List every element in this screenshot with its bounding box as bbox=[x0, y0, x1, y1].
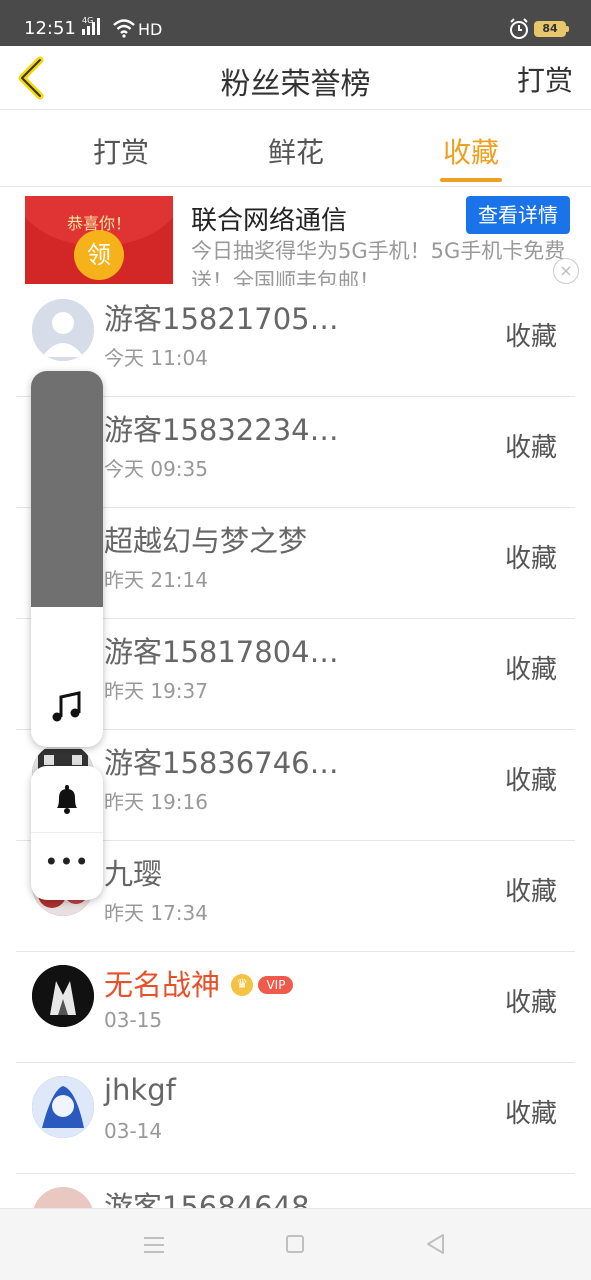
floating-action-panel: ••• bbox=[31, 766, 103, 900]
timestamp: 03-15 bbox=[104, 1008, 163, 1032]
user-name: 超越幻与梦之梦 bbox=[104, 524, 308, 558]
timestamp: 03-14 bbox=[104, 1119, 163, 1143]
music-note-icon[interactable] bbox=[49, 689, 85, 725]
tab-favorites[interactable]: 收藏 bbox=[416, 131, 526, 171]
action-label: 收藏 bbox=[504, 877, 557, 907]
user-name: 游客15836746… bbox=[104, 746, 339, 780]
ad-title: 联合网络通信 bbox=[191, 206, 348, 236]
page-title: 粉丝荣誉榜 bbox=[220, 67, 371, 102]
action-label: 收藏 bbox=[504, 1099, 557, 1129]
more-icon[interactable]: ••• bbox=[31, 848, 103, 876]
signal-icon: 4G bbox=[82, 15, 108, 41]
divider bbox=[31, 832, 103, 833]
ad-banner[interactable]: 恭喜你！ 领 联合网络通信 今日抽奖得华为5G手机！5G手机卡免费送！全国顺丰包… bbox=[0, 188, 591, 286]
crown-icon: ♛ bbox=[231, 974, 254, 996]
tab-bar: 打赏 鲜花 收藏 bbox=[0, 111, 591, 187]
vip-badge: ♛ VIP bbox=[231, 966, 294, 1000]
back-triangle-icon[interactable] bbox=[425, 1233, 447, 1255]
view-details-button[interactable]: 查看详情 bbox=[466, 196, 570, 234]
timestamp: 今天 11:04 bbox=[104, 346, 208, 370]
action-label: 收藏 bbox=[504, 544, 557, 574]
timestamp: 昨天 19:16 bbox=[104, 790, 208, 814]
tab-reward[interactable]: 打赏 bbox=[66, 131, 176, 171]
home-icon[interactable] bbox=[286, 1235, 304, 1253]
action-label: 收藏 bbox=[504, 655, 557, 685]
alarm-icon bbox=[508, 18, 530, 44]
avatar-image bbox=[32, 965, 94, 1027]
action-label: 收藏 bbox=[504, 766, 557, 796]
album-overlay bbox=[31, 371, 103, 607]
header: 粉丝荣誉榜 打赏 bbox=[0, 46, 591, 110]
system-nav-bar bbox=[0, 1208, 591, 1280]
action-label: 收藏 bbox=[504, 433, 557, 463]
red-envelope-image: 恭喜你！ 领 bbox=[25, 196, 173, 284]
bell-icon[interactable] bbox=[53, 784, 81, 816]
user-name-vip: 无名战神 ♛ VIP bbox=[104, 962, 294, 1004]
user-name: 九璎 bbox=[104, 857, 163, 891]
status-bar: 12:51 4G HD 84 bbox=[0, 0, 591, 46]
ad-close-icon[interactable]: × bbox=[553, 258, 579, 284]
user-name: 游客15821705… bbox=[104, 302, 339, 336]
tab-flowers[interactable]: 鲜花 bbox=[241, 131, 351, 171]
svg-text:4G: 4G bbox=[82, 16, 93, 25]
ad-description: 今日抽奖得华为5G手机！5G手机卡免费送！全国顺丰包邮！ bbox=[191, 239, 566, 286]
user-name: 游客15832234… bbox=[104, 413, 339, 447]
action-label: 收藏 bbox=[504, 322, 557, 352]
list-item[interactable]: 无名战神 ♛ VIP 03-15 收藏 bbox=[16, 952, 575, 1063]
user-name: 游客15817804… bbox=[104, 635, 339, 669]
tab-active-indicator bbox=[440, 178, 502, 182]
default-avatar-icon bbox=[32, 299, 94, 361]
menu-icon[interactable] bbox=[143, 1235, 165, 1255]
timestamp: 今天 09:35 bbox=[104, 457, 208, 481]
avatar[interactable] bbox=[32, 1076, 94, 1138]
timestamp: 昨天 17:34 bbox=[104, 901, 208, 925]
status-time: 12:51 bbox=[24, 18, 76, 39]
list-item[interactable]: jhkgf 03-14 收藏 bbox=[16, 1063, 575, 1174]
avatar[interactable] bbox=[32, 299, 94, 361]
envelope-coin: 领 bbox=[74, 230, 124, 280]
battery-icon: 84 bbox=[534, 21, 566, 37]
user-name: jhkgf bbox=[104, 1073, 176, 1107]
user-name: 无名战神 bbox=[104, 968, 221, 1002]
avatar[interactable] bbox=[32, 965, 94, 1027]
avatar-image bbox=[32, 1076, 94, 1138]
floating-music-panel[interactable] bbox=[31, 371, 103, 747]
battery-tip bbox=[566, 26, 569, 32]
vip-tag: VIP bbox=[258, 976, 294, 994]
reward-button[interactable]: 打赏 bbox=[517, 59, 573, 99]
action-label: 收藏 bbox=[504, 988, 557, 1018]
wifi-icon bbox=[112, 18, 136, 42]
timestamp: 昨天 19:37 bbox=[104, 679, 208, 703]
timestamp: 昨天 21:14 bbox=[104, 568, 208, 592]
hd-indicator: HD bbox=[138, 20, 163, 39]
